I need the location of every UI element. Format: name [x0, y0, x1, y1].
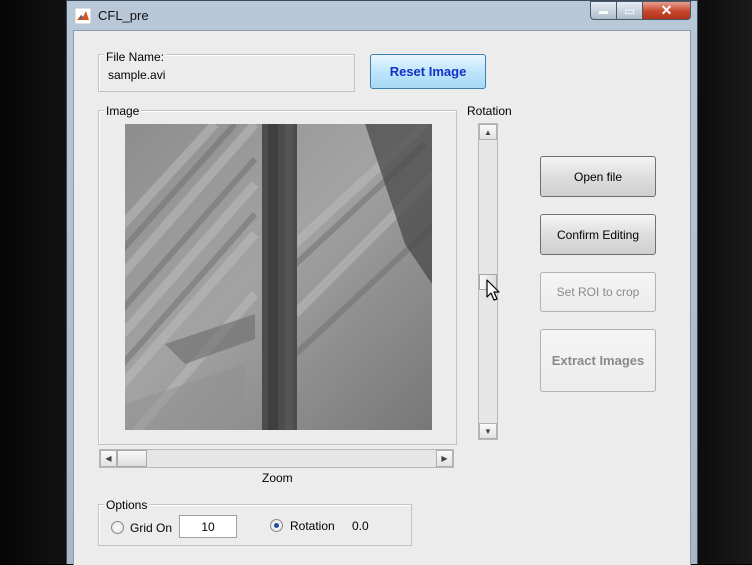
image-panel-label: Image: [104, 104, 142, 118]
video-frame-image: [125, 124, 432, 430]
scroll-right-arrow-icon[interactable]: ▶: [436, 450, 453, 467]
rotation-value: 0.0: [352, 519, 369, 533]
close-icon: ✕: [660, 2, 673, 18]
confirm-editing-button[interactable]: Confirm Editing: [540, 214, 656, 255]
rotation-radio[interactable]: [270, 519, 283, 532]
zoom-slider[interactable]: ◀ ▶: [99, 449, 454, 468]
title-bar[interactable]: CFL_pre ▬ ▭ ✕: [67, 1, 697, 29]
extract-images-button[interactable]: Extract Images: [540, 329, 656, 392]
maximize-button[interactable]: ▭: [617, 1, 643, 20]
open-file-button[interactable]: Open file: [540, 156, 656, 197]
zoom-slider-label: Zoom: [262, 471, 293, 485]
grid-on-label: Grid On: [130, 521, 173, 535]
grid-on-radio[interactable]: [111, 521, 124, 534]
options-panel-label: Options: [104, 498, 150, 512]
app-window: CFL_pre ▬ ▭ ✕ File Name: sample.avi Rese…: [66, 0, 698, 565]
file-name-value: sample.avi: [108, 68, 166, 82]
figure-area: File Name: sample.avi Reset Image Image: [73, 30, 691, 565]
scroll-down-arrow-icon[interactable]: ▼: [479, 423, 497, 439]
scroll-up-arrow-icon[interactable]: ▲: [479, 124, 497, 140]
file-name-label: File Name:: [104, 50, 167, 64]
set-roi-button[interactable]: Set ROI to crop: [540, 272, 656, 312]
minimize-icon: ▬: [599, 5, 608, 16]
grid-size-input[interactable]: [179, 515, 237, 538]
matlab-icon: [74, 7, 92, 25]
close-button[interactable]: ✕: [643, 1, 691, 20]
rotation-option-label: Rotation: [290, 519, 335, 533]
rotation-slider-label: Rotation: [467, 104, 512, 118]
maximize-icon: ▭: [623, 3, 636, 18]
scroll-left-arrow-icon[interactable]: ◀: [100, 450, 117, 467]
reset-image-button[interactable]: Reset Image: [370, 54, 486, 89]
arrow-cursor-icon: [486, 279, 502, 303]
window-title: CFL_pre: [98, 8, 149, 23]
minimize-button[interactable]: ▬: [590, 1, 617, 20]
zoom-slider-thumb[interactable]: [117, 450, 147, 467]
